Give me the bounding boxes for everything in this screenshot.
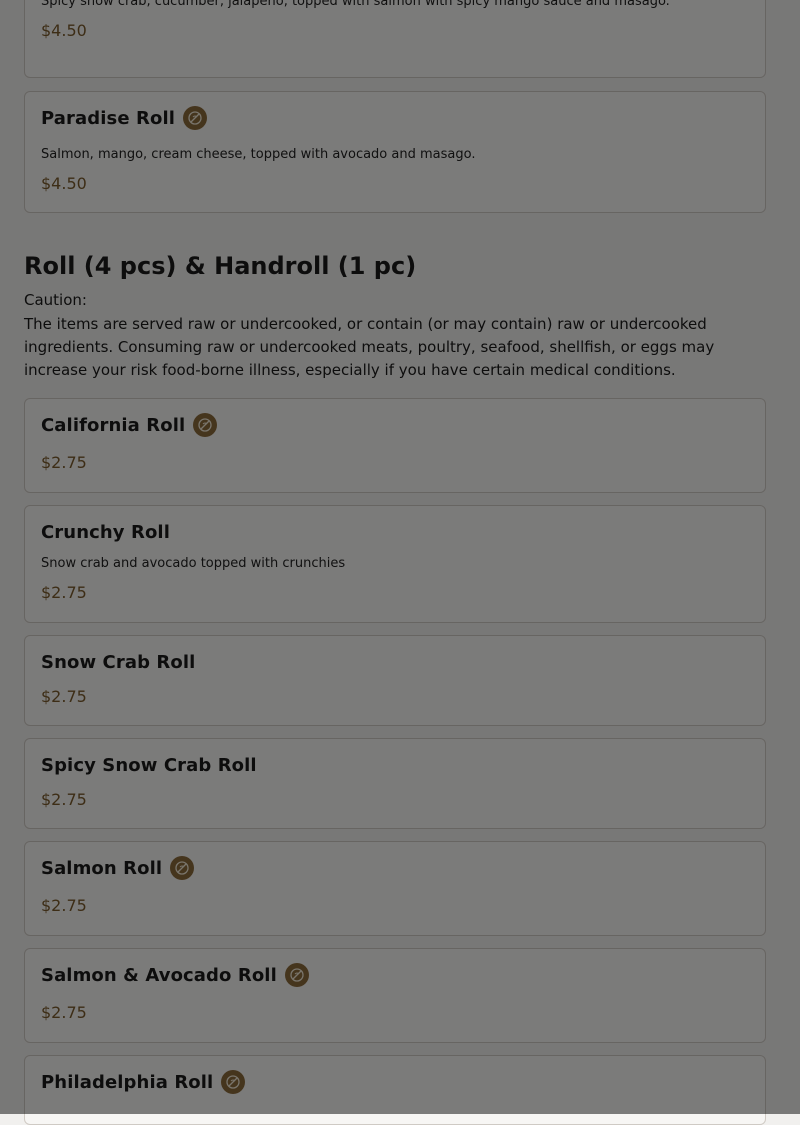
- modal-backdrop-overlay[interactable]: [0, 0, 800, 1114]
